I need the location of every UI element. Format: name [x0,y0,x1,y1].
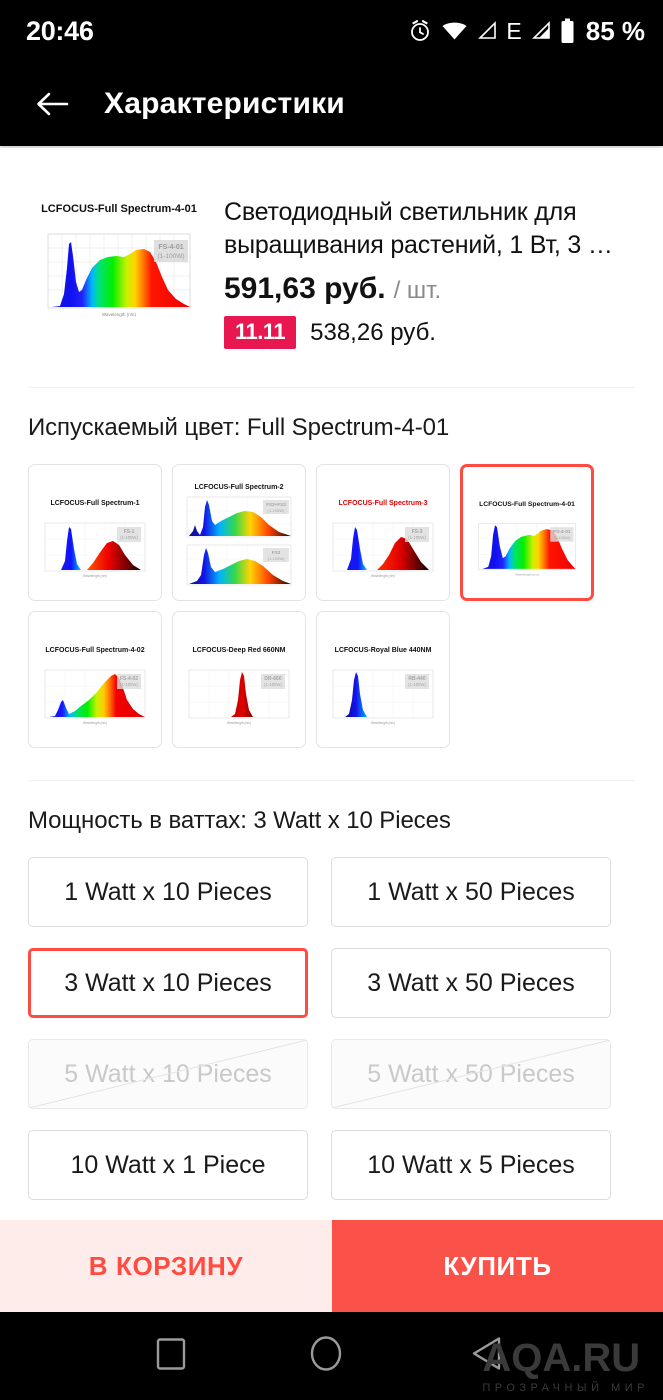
thumbnail-watermark-top: FS-4-01 [158,244,183,251]
svg-text:Wavelength (nm): Wavelength (nm) [83,721,107,725]
watt-option-1w-50pcs[interactable]: 1 Watt x 50 Pieces [331,857,611,927]
svg-text:FS2+FS3: FS2+FS3 [266,502,286,507]
product-summary: LCFOCUS-Full Spectrum-4-01 FS-4-01 (1-10… [0,148,663,349]
back-arrow-icon[interactable] [30,82,74,126]
product-options-screen: 20:46 E 85 % Характеристики LCFOCUS-Full… [0,0,663,1400]
swatch-label-text: LCFOCUS-Full Spectrum-4-02 [45,647,144,654]
color-swatch-deep-red-660nm[interactable]: LCFOCUS-Deep Red 660NM DR-660 (1-100W) W… [172,611,306,748]
svg-text:(1-100W): (1-100W) [264,682,282,687]
svg-text:(1-100W): (1-100W) [268,508,285,513]
svg-text:(1-100W): (1-100W) [408,682,426,687]
wifi-icon [441,20,468,42]
svg-text:Wavelength (nm): Wavelength (nm) [515,573,538,577]
status-icon-group: E 85 % [408,16,645,47]
app-bar: Характеристики [0,62,663,146]
watermark-sub-text: ПРОЗРАЧНЫЙ МИР [482,1382,649,1394]
circle-home-icon[interactable] [308,1334,344,1379]
swatch-label-text: LCFOCUS-Full Spectrum-3 [338,500,427,507]
scrollable-content[interactable]: LCFOCUS-Full Spectrum-4-01 FS-4-01 (1-10… [0,148,663,1220]
swatch-label-text: LCFOCUS-Full Spectrum-4-01 [479,501,575,508]
add-to-cart-button[interactable]: В КОРЗИНУ [0,1220,332,1312]
svg-text:Wavelength (nm): Wavelength (nm) [83,574,107,578]
product-title: Светодиодный светильник для выращивания … [224,198,613,259]
swatch-label-text: LCFOCUS-Deep Red 660NM [193,647,286,654]
swatch-label-text: LCFOCUS-Full Spectrum-2 [194,484,283,491]
svg-text:Wavelength (nm): Wavelength (nm) [227,721,251,725]
watt-option-10w-5pcs[interactable]: 10 Watt x 5 Pieces [331,1130,611,1200]
aqa-watermark: AQA.RU ПРОЗРАЧНЫЙ МИР [482,1338,649,1394]
svg-text:(1-100W): (1-100W) [120,535,138,540]
color-swatch-full-spectrum-2[interactable]: LCFOCUS-Full Spectrum-2 FS2+FS3 (1-100W)… [172,464,306,601]
watt-option-grid: 1 Watt x 10 Pieces 1 Watt x 50 Pieces 3 … [0,835,663,1200]
battery-percent: 85 % [585,15,645,46]
signal-icon [531,21,551,41]
promo-badge: 11.11 [224,316,297,349]
svg-text:(1-100W): (1-100W) [553,535,571,540]
color-section-title: Испускаемый цвет: Full Spectrum-4-01 [28,414,450,441]
svg-text:(1-100W): (1-100W) [120,682,138,687]
watt-option-1w-10pcs[interactable]: 1 Watt x 10 Pieces [28,857,308,927]
color-swatch-grid: LCFOCUS-Full Spectrum-1 FS-1 (1-100W) Wa… [0,442,663,748]
signal-empty-icon [477,21,497,41]
svg-text:Wavelength (nm): Wavelength (nm) [371,721,395,725]
price-row: 591,63 руб. / шт. [224,272,637,306]
product-thumbnail[interactable]: LCFOCUS-Full Spectrum-4-01 FS-4-01 (1-10… [26,182,212,342]
color-swatch-full-spectrum-4-01[interactable]: LCFOCUS-Full Spectrum-4-01 FS-4-01 (1-10… [460,464,594,601]
page-title: Характеристики [104,87,345,120]
thumbnail-watermark-bottom: (1-100W) [157,253,184,260]
price-main: 591,63 руб. [224,272,386,305]
bottom-action-bar: В КОРЗИНУ КУПИТЬ [0,1220,663,1312]
thumbnail-label-text: LCFOCUS-Full Spectrum-4-01 [41,203,197,215]
product-info: Светодиодный светильник для выращивания … [212,182,637,349]
status-time: 20:46 [26,15,94,46]
color-swatch-full-spectrum-4-02[interactable]: LCFOCUS-Full Spectrum-4-02 FS-4-02 (1-10… [28,611,162,748]
watt-option-5w-10pcs: 5 Watt x 10 Pieces [28,1039,308,1109]
status-bar: 20:46 E 85 % [0,0,663,62]
price-unit: / шт. [393,277,442,304]
svg-text:(1-100W): (1-100W) [268,556,285,561]
watermark-main-text: AQA.RU [482,1336,641,1380]
svg-text:Wavelength (nm): Wavelength (nm) [102,312,137,317]
android-nav-bar: AQA.RU ПРОЗРАЧНЫЙ МИР [0,1312,663,1400]
buy-now-button[interactable]: КУПИТЬ [332,1220,663,1312]
network-type-label: E [506,17,522,44]
color-swatch-full-spectrum-3[interactable]: LCFOCUS-Full Spectrum-3 FS-3 (1-100W) Wa… [316,464,450,601]
square-recent-apps-icon[interactable] [155,1336,187,1377]
alarm-icon [408,19,432,43]
svg-text:(1-100W): (1-100W) [408,535,426,540]
watt-section-title: Мощность в ваттах: 3 Watt x 10 Pieces [28,807,451,834]
svg-text:FS3: FS3 [272,550,281,555]
watt-option-3w-10pcs[interactable]: 3 Watt x 10 Pieces [28,948,308,1018]
watt-option-10w-1pc[interactable]: 10 Watt x 1 Piece [28,1130,308,1200]
svg-text:Wavelength (nm): Wavelength (nm) [371,574,395,578]
triangle-back-icon[interactable] [470,1336,504,1377]
swatch-label-text: LCFOCUS-Royal Blue 440NM [335,647,432,654]
color-swatch-full-spectrum-1[interactable]: LCFOCUS-Full Spectrum-1 FS-1 (1-100W) Wa… [28,464,162,601]
promo-price: 538,26 руб. [310,318,436,346]
watt-option-3w-50pcs[interactable]: 3 Watt x 50 Pieces [331,948,611,1018]
battery-icon [560,18,575,44]
promo-row: 11.11 538,26 руб. [224,316,637,349]
swatch-label-text: LCFOCUS-Full Spectrum-1 [50,500,139,507]
color-swatch-royal-blue-440nm[interactable]: LCFOCUS-Royal Blue 440NM RB-440 (1-100W)… [316,611,450,748]
watt-option-5w-50pcs: 5 Watt x 50 Pieces [331,1039,611,1109]
